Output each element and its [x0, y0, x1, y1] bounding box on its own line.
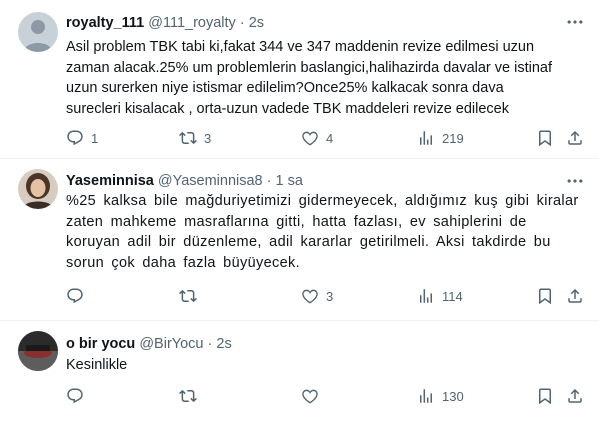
- reply-icon: [66, 287, 84, 305]
- timestamp[interactable]: 1 sa: [276, 173, 303, 189]
- tweet-text-line: zaman alacak.25% um problemlerin baslang…: [66, 59, 553, 76]
- views-button[interactable]: 219: [417, 129, 464, 147]
- tweet-header: Yaseminnisa @Yaseminnisa8 · 1 sa: [66, 172, 303, 190]
- avatar-yaseminnisa[interactable]: [18, 169, 58, 209]
- tweet-header: royalty_111 @111_royalty · 2s: [66, 14, 264, 32]
- retweet-button[interactable]: [179, 387, 204, 405]
- default-avatar-icon: [18, 12, 58, 52]
- like-icon: [301, 129, 319, 147]
- reply-count: 1: [91, 130, 99, 146]
- bookmark-button[interactable]: [536, 129, 554, 147]
- tweet[interactable]: royalty_111 @111_royalty · 2s Asil probl…: [0, 0, 599, 159]
- like-icon: [301, 287, 319, 305]
- retweet-count: 3: [204, 130, 212, 146]
- share-button[interactable]: [566, 387, 584, 405]
- tweet-text-line: koruyan adil bir düzenleme, adil kararla…: [66, 234, 551, 250]
- retweet-icon: [179, 129, 197, 147]
- like-count: 3: [326, 288, 334, 304]
- views-icon: [417, 129, 435, 147]
- avatar-biryocu[interactable]: [18, 331, 58, 371]
- display-name[interactable]: o bir yocu: [66, 336, 135, 352]
- tweet[interactable]: Yaseminnisa @Yaseminnisa8 · 1 sa %25 kal…: [0, 159, 599, 321]
- tweet-text-line: Asil problem TBK tabi ki,fakat 344 ve 34…: [66, 39, 535, 55]
- tweet-text-line: uzun surerken niye istismar edilelim?Onc…: [66, 80, 504, 96]
- action-bar: 1 3 4 219: [66, 129, 581, 149]
- tweet-text: Asil problem TBK tabi ki,fakat 344 ve 34…: [66, 37, 583, 119]
- retweet-icon: [179, 387, 197, 405]
- share-button[interactable]: [566, 287, 584, 305]
- separator-dot: ·: [207, 336, 213, 352]
- share-icon: [566, 287, 584, 305]
- views-button[interactable]: 130: [417, 387, 464, 405]
- retweet-button[interactable]: [179, 287, 204, 305]
- reply-button[interactable]: 1: [66, 129, 98, 147]
- tweet-text: %25 kalksa bile mağduriyetimizi gidermey…: [66, 191, 583, 273]
- display-name[interactable]: Yaseminnisa: [66, 173, 154, 189]
- action-bar: 3 114: [66, 287, 581, 307]
- share-icon: [566, 129, 584, 147]
- reply-button[interactable]: [66, 387, 91, 405]
- share-icon: [566, 387, 584, 405]
- bookmark-icon: [536, 287, 554, 305]
- like-button[interactable]: 3: [301, 287, 333, 305]
- views-icon: [417, 287, 435, 305]
- reply-icon: [66, 387, 84, 405]
- profile-photo-icon: [18, 169, 58, 209]
- tweet[interactable]: o bir yocu @BirYocu · 2s Kesinlikle 130: [0, 321, 599, 425]
- timestamp[interactable]: 2s: [216, 336, 231, 352]
- user-handle[interactable]: @Yaseminnisa8: [158, 173, 263, 189]
- action-bar: 130: [66, 387, 581, 407]
- views-count: 130: [442, 388, 464, 404]
- like-count: 4: [326, 130, 334, 146]
- tweet-text-line: surecleri kisalacak , orta-uzun vadede T…: [66, 100, 510, 117]
- retweet-icon: [179, 287, 197, 305]
- tweet-text: Kesinlikle: [66, 355, 583, 376]
- bookmark-button[interactable]: [536, 387, 554, 405]
- user-handle[interactable]: @111_royalty: [148, 15, 236, 31]
- bookmark-button[interactable]: [536, 287, 554, 305]
- avatar-default[interactable]: [18, 12, 58, 52]
- like-icon: [301, 387, 319, 405]
- tweet-text-line: sorun çok daha fazla büyüyecek.: [66, 254, 301, 271]
- bookmark-icon: [536, 387, 554, 405]
- share-button[interactable]: [566, 129, 584, 147]
- separator-dot: ·: [266, 173, 272, 189]
- views-count: 219: [442, 130, 464, 146]
- like-button[interactable]: 4: [301, 129, 333, 147]
- tweet-text-line: zaten mahkeme masraflarına gitti, hatta …: [66, 213, 527, 230]
- like-button[interactable]: [301, 387, 326, 405]
- display-name[interactable]: royalty_111: [66, 15, 144, 31]
- separator-dot: ·: [239, 15, 245, 31]
- tweet-text-line: %25 kalksa bile mağduriyetimizi gidermey…: [66, 193, 579, 209]
- retweet-button[interactable]: 3: [179, 129, 211, 147]
- views-icon: [417, 387, 435, 405]
- tweet-header: o bir yocu @BirYocu · 2s: [66, 335, 232, 353]
- reply-icon: [66, 129, 84, 147]
- bookmark-icon: [536, 129, 554, 147]
- reply-button[interactable]: [66, 287, 91, 305]
- more-icon[interactable]: [565, 171, 585, 191]
- views-count: 114: [442, 288, 463, 304]
- views-button[interactable]: 114: [417, 287, 463, 305]
- user-handle[interactable]: @BirYocu: [139, 336, 203, 352]
- tweet-text-line: Kesinlikle: [66, 357, 128, 373]
- more-icon[interactable]: [565, 12, 585, 32]
- profile-photo-icon: [18, 331, 58, 371]
- timestamp[interactable]: 2s: [249, 15, 264, 31]
